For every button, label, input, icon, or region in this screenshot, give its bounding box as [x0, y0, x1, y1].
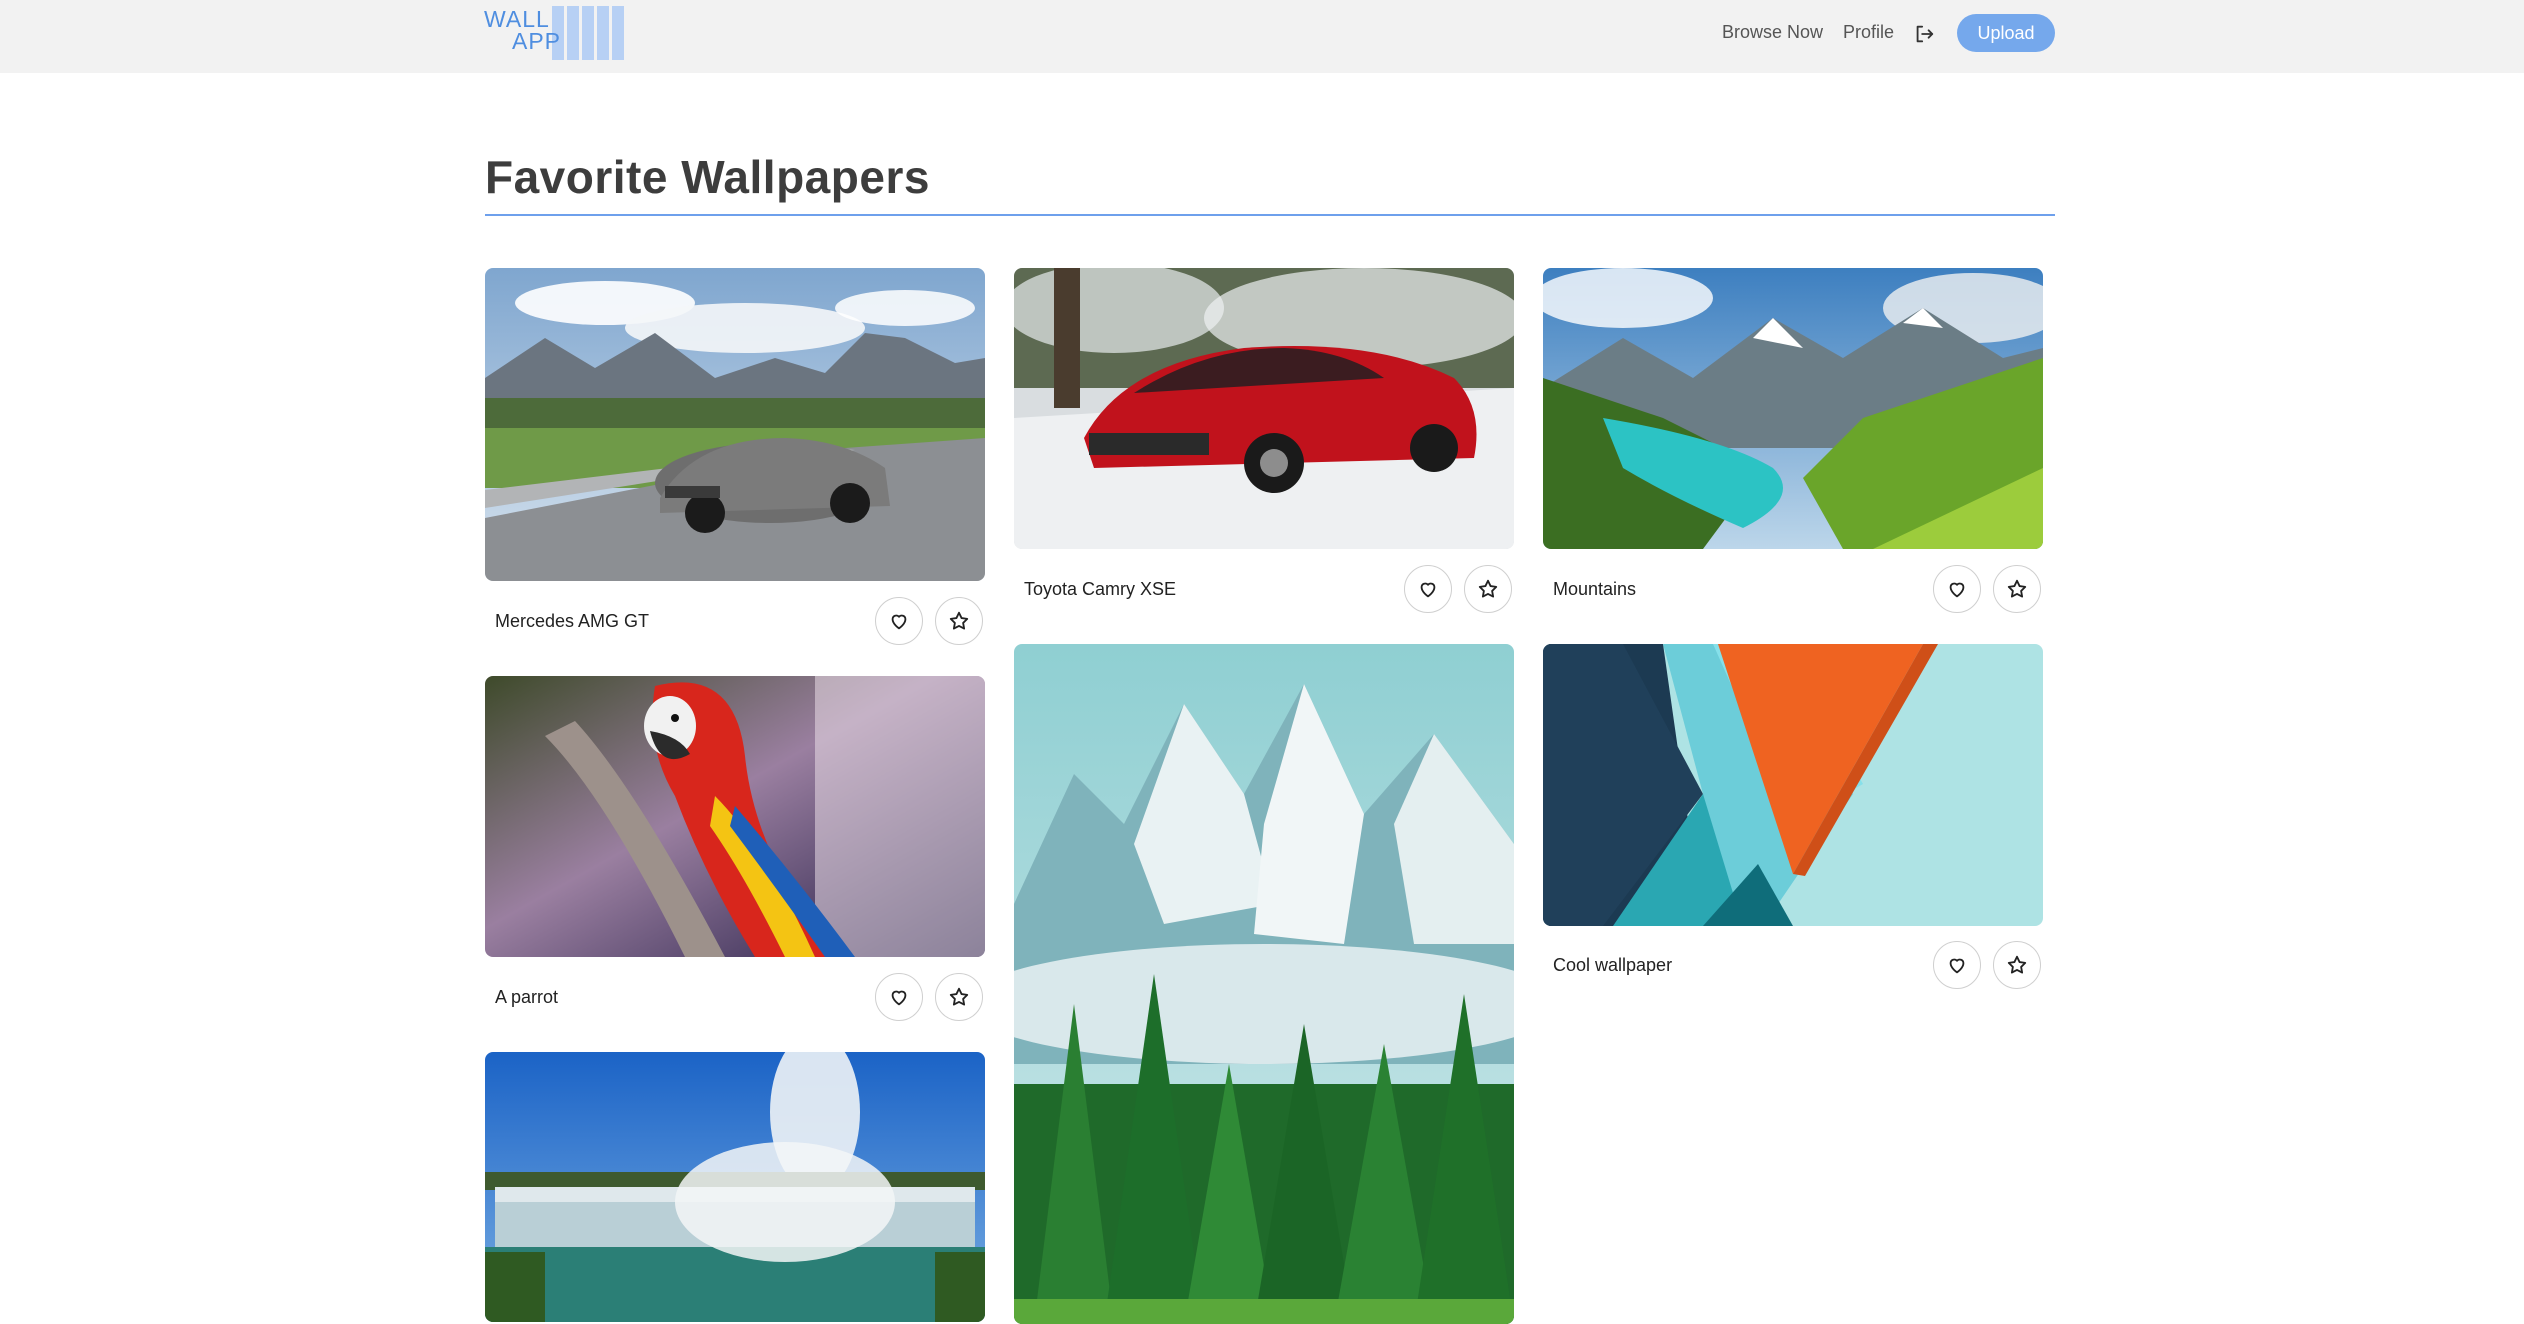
favorite-button[interactable]	[1993, 941, 2041, 989]
star-icon	[1478, 579, 1498, 598]
wallpaper-card: A parrot	[485, 676, 985, 1021]
wallpaper-image-parrot[interactable]	[485, 676, 985, 957]
wallpaper-image-cool[interactable]	[1543, 644, 2043, 926]
heart-icon	[1420, 582, 1436, 598]
wallpaper-card	[485, 1052, 985, 1322]
wallpaper-title: Mountains	[1553, 579, 1637, 599]
star-icon	[949, 987, 969, 1006]
like-button[interactable]	[875, 597, 923, 645]
nav-browse-now-link[interactable]: Browse Now	[1722, 22, 1823, 43]
favorite-button[interactable]	[1993, 565, 2041, 613]
upload-button[interactable]: Upload	[1957, 14, 2055, 52]
favorite-button[interactable]	[935, 597, 983, 645]
wallpaper-image-waterfall[interactable]	[485, 1052, 985, 1322]
title-divider	[485, 214, 2055, 216]
like-button[interactable]	[1933, 565, 1981, 613]
heart-icon	[891, 614, 907, 630]
like-button[interactable]	[875, 973, 923, 1021]
logo-line-1: WALL	[484, 6, 550, 32]
like-button[interactable]	[1933, 941, 1981, 989]
star-icon	[2007, 579, 2027, 598]
wallpaper-card	[1014, 644, 1514, 1324]
heart-icon	[891, 990, 907, 1006]
heart-icon	[1949, 958, 1965, 974]
wallpaper-image-toyota[interactable]	[1014, 268, 1514, 549]
nav-profile-link[interactable]: Profile	[1843, 22, 1894, 43]
wallpaper-card: Mercedes AMG GT	[485, 268, 985, 648]
logo-text: WALL APP	[484, 6, 574, 54]
favorite-button[interactable]	[1464, 565, 1512, 613]
top-navbar: WALL APP Browse Now Profile Upload	[0, 0, 2524, 73]
page-title: Favorite Wallpapers	[485, 151, 930, 203]
wallpaper-card: Toyota Camry XSE	[1014, 268, 1514, 616]
like-button[interactable]	[1404, 565, 1452, 613]
wallpaper-card: Cool wallpaper	[1543, 644, 2043, 992]
wallpaper-image-mountains[interactable]	[1543, 268, 2043, 549]
wallpaper-title: Mercedes AMG GT	[495, 611, 650, 631]
heart-icon	[1949, 582, 1965, 598]
wallpaper-title: A parrot	[495, 987, 559, 1007]
wallpaper-image-mercedes[interactable]	[485, 268, 985, 581]
star-icon	[949, 611, 969, 630]
wallpaper-title: Toyota Camry XSE	[1024, 579, 1177, 599]
logo-line-2: APP	[512, 28, 562, 54]
wallpaper-title: Cool wallpaper	[1553, 955, 1673, 975]
wallpaper-card: Mountains	[1543, 268, 2043, 616]
wallapp-logo[interactable]: WALL APP	[484, 6, 624, 60]
wallpaper-image-mountain-forest[interactable]	[1014, 644, 1514, 1324]
logout-icon[interactable]	[1913, 23, 1935, 45]
favorite-button[interactable]	[935, 973, 983, 1021]
star-icon	[2007, 955, 2027, 974]
